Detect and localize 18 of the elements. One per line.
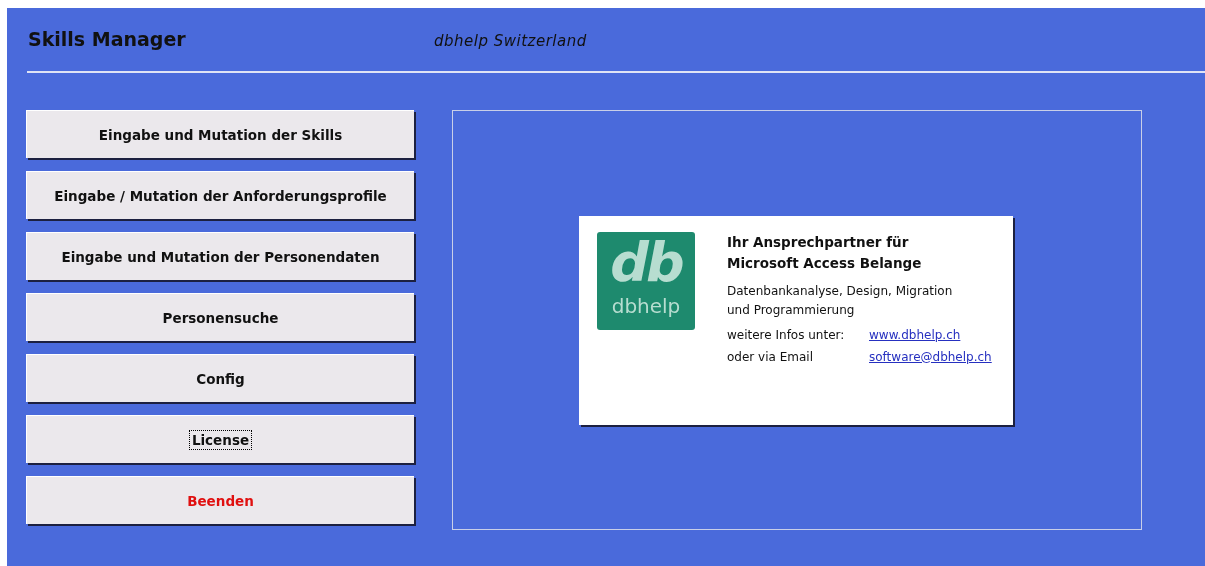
company-name: dbhelp Switzerland bbox=[434, 32, 587, 50]
menu-button[interactable]: Personensuche bbox=[26, 293, 414, 341]
contact-link[interactable]: software@dbhelp.ch bbox=[869, 345, 992, 368]
contact-link[interactable]: www.dbhelp.ch bbox=[869, 323, 961, 346]
card-heading: Microsoft Access Belange bbox=[727, 253, 923, 273]
menu-button[interactable]: Eingabe und Mutation der Skills bbox=[26, 110, 414, 158]
menu-button[interactable]: Eingabe / Mutation der Anforderungsprofile bbox=[26, 171, 414, 219]
card-heading: Ihr Ansprechpartner für bbox=[727, 232, 910, 252]
menu-button[interactable]: Beenden bbox=[26, 476, 414, 524]
card-description: Datenbankanalyse, Design, Migration bbox=[727, 282, 954, 300]
company-logo: db dbhelp bbox=[597, 231, 695, 330]
card-description: und Programmierung bbox=[727, 301, 856, 319]
contact-label: weitere Infos unter: bbox=[727, 326, 846, 344]
menu-button[interactable]: Eingabe und Mutation der Personendaten bbox=[26, 232, 414, 280]
contact-label: oder via Email bbox=[727, 348, 814, 366]
menu-button[interactable]: Config bbox=[26, 354, 414, 402]
menu-button[interactable]: License bbox=[26, 415, 414, 463]
app-title: Skills Manager bbox=[28, 28, 187, 50]
